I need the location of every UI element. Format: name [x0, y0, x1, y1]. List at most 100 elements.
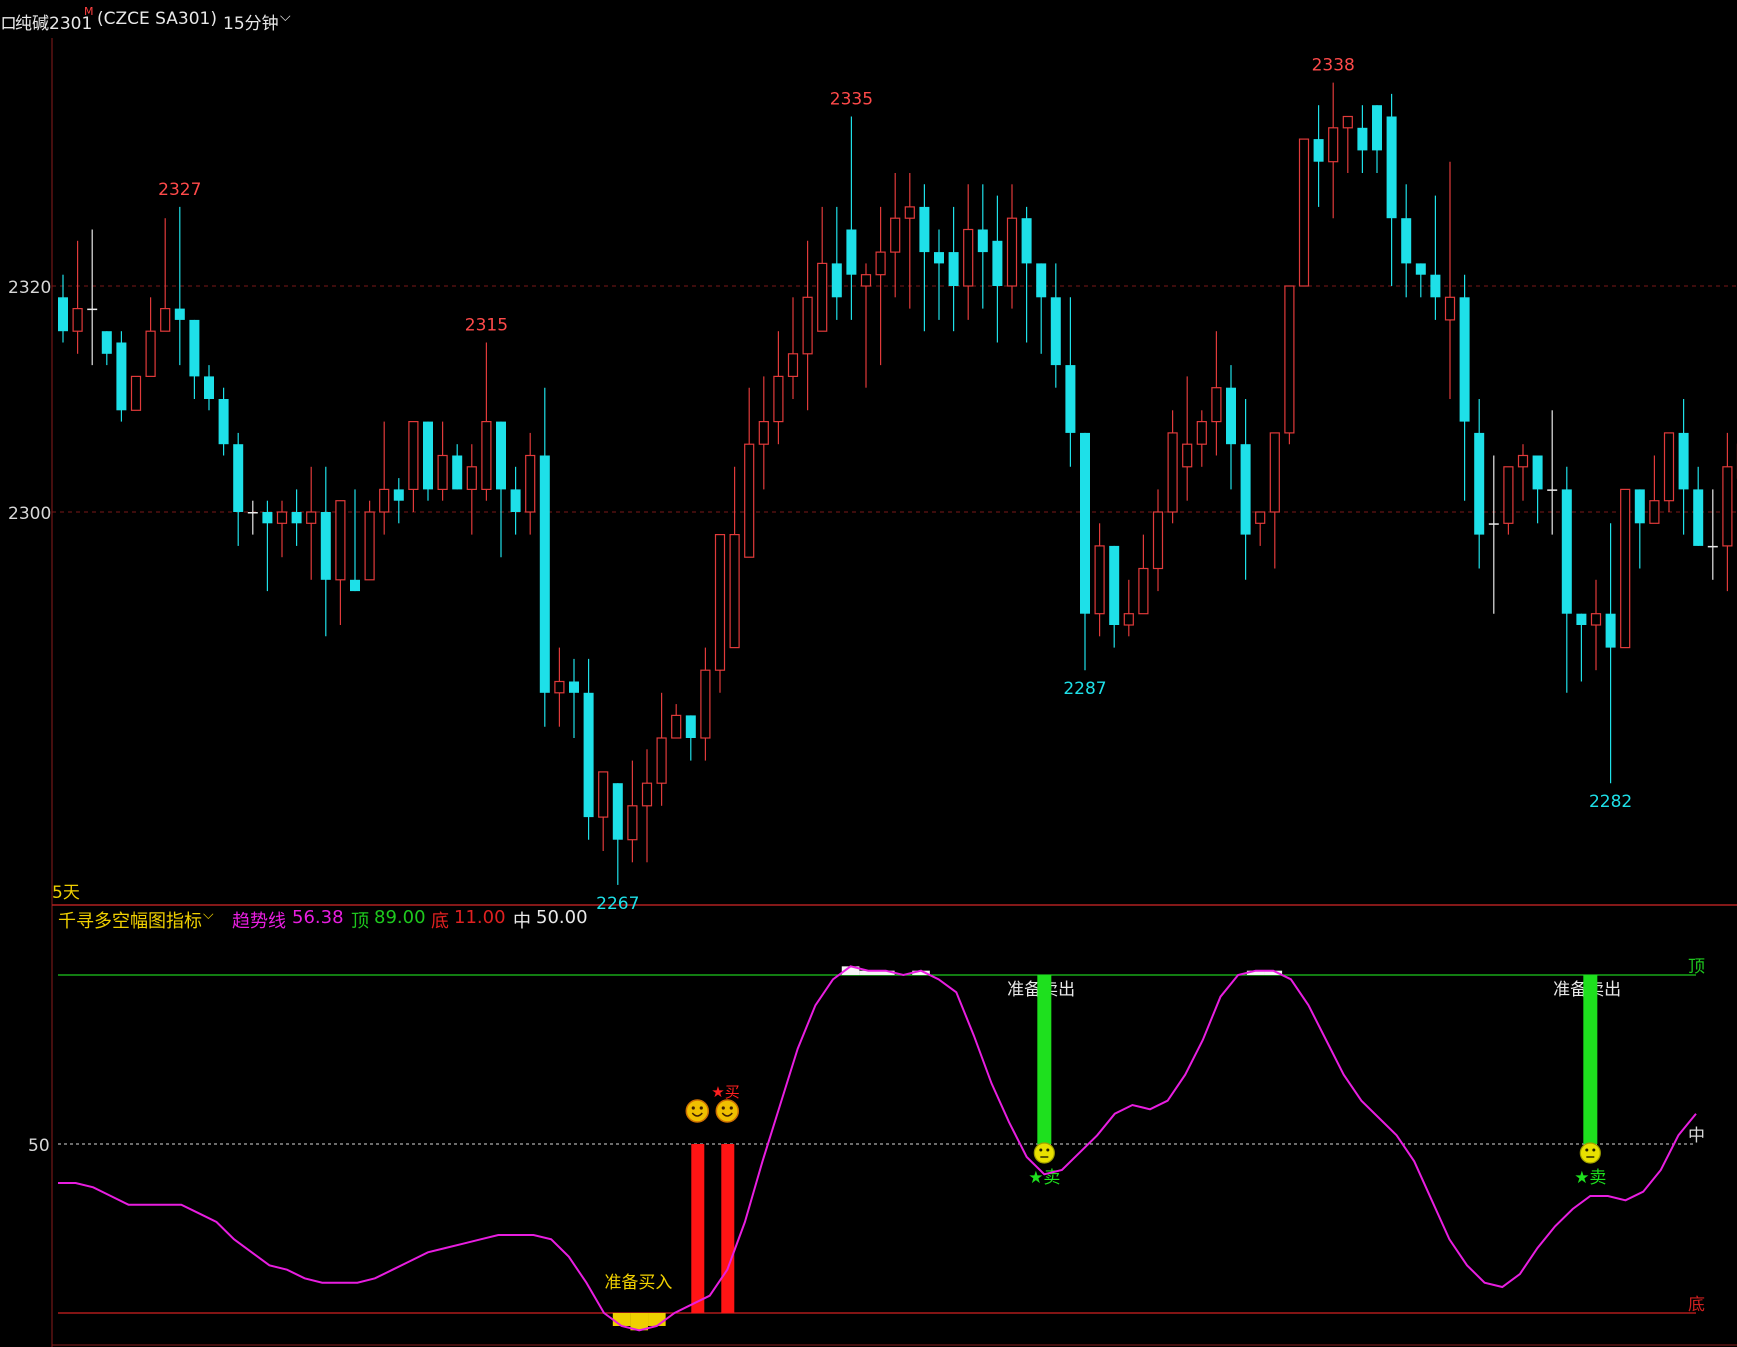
candle-body	[831, 263, 842, 298]
instrument-name[interactable]: 纯碱2301	[15, 9, 92, 34]
candle-body	[218, 399, 229, 445]
candle-body	[335, 500, 346, 581]
candle-body	[452, 455, 463, 490]
candle-body	[1328, 127, 1339, 163]
candle-body	[1226, 387, 1236, 445]
candle-body	[408, 421, 419, 491]
prepare-buy-label: 准备买入	[604, 1273, 672, 1293]
candles-group	[58, 82, 1737, 885]
candle-body	[963, 228, 974, 287]
candle-body	[583, 692, 594, 818]
ind-axis-50: 50	[28, 1136, 50, 1156]
candle-body	[744, 443, 755, 558]
face-eye	[1592, 1148, 1596, 1152]
candle-body	[1138, 567, 1149, 615]
face-eye	[1046, 1148, 1050, 1152]
candle-body	[1021, 218, 1032, 264]
candle-body	[598, 771, 609, 818]
candle-body	[1050, 297, 1061, 366]
candle-body	[320, 512, 331, 580]
candle-body	[233, 444, 244, 512]
candle-body	[1415, 263, 1426, 275]
candle-body	[466, 466, 477, 490]
candle-body	[1459, 297, 1470, 422]
indicator-name[interactable]: 千寻多空幅图指标	[58, 907, 202, 933]
period-selector[interactable]: 15分钟	[223, 9, 279, 34]
candle-body	[1094, 545, 1105, 615]
candle-body	[393, 489, 404, 501]
candle-body	[364, 511, 375, 581]
neutral-face-icon	[1579, 1142, 1601, 1164]
sell-signal-bar	[1583, 975, 1598, 1144]
candle-body	[612, 783, 623, 840]
candle-body	[306, 511, 317, 524]
chevron-down-icon[interactable]: ⌵	[203, 907, 214, 923]
candle-body	[656, 737, 667, 784]
candle-body	[189, 319, 200, 377]
candle-body	[934, 252, 944, 264]
trend-label: 趋势线	[232, 911, 286, 932]
candle-body	[1152, 511, 1164, 570]
candle-body	[174, 308, 185, 320]
candle-body	[1517, 454, 1529, 468]
top-value: 89.00	[374, 907, 426, 928]
candle-body	[758, 421, 769, 445]
trend-line	[58, 965, 1697, 1332]
price-annotations: 23272315226723352287233822822322	[158, 56, 1632, 914]
candle-body	[58, 297, 68, 332]
candle-body	[860, 274, 872, 287]
smiley-face	[715, 1099, 740, 1123]
candle-body	[569, 681, 579, 693]
candle-body	[116, 342, 127, 411]
candle-body	[773, 375, 784, 423]
smiley-eye	[691, 1106, 695, 1110]
price-label-2300: 2300	[8, 504, 51, 524]
candle-body	[1036, 263, 1047, 298]
candle-body	[1167, 432, 1178, 513]
candle-body	[1386, 116, 1397, 219]
right-label-bottom: 底	[1688, 1295, 1705, 1315]
price-annotation-high: 2315	[465, 316, 508, 336]
candle-body	[1488, 523, 1499, 525]
candle-body	[1430, 274, 1441, 298]
mid-label: 中	[513, 911, 531, 932]
candle-body	[291, 512, 302, 524]
candle-body	[904, 206, 915, 219]
candle-body	[1474, 432, 1485, 535]
right-label-mid: 中	[1688, 1126, 1705, 1146]
candle-body	[1269, 432, 1280, 513]
candle-body	[1576, 613, 1587, 625]
candle-body	[145, 330, 156, 378]
candle-body	[247, 512, 258, 514]
candle-body	[1006, 217, 1018, 287]
candle-body	[554, 680, 565, 694]
candle-body	[1649, 500, 1660, 524]
candle-body	[1620, 488, 1631, 649]
face-circle	[1579, 1142, 1601, 1164]
main-contract-superscript: M	[84, 5, 94, 18]
buy-zone-bar	[648, 1312, 666, 1326]
sell-signal-bar	[1037, 975, 1052, 1144]
smiley-face	[685, 1099, 710, 1123]
buy-zone-bar	[630, 1312, 649, 1331]
candle-body	[1503, 466, 1514, 524]
candle-body	[1693, 489, 1704, 546]
candle-body	[1663, 432, 1675, 502]
candle-body	[72, 308, 83, 332]
smiley-eye	[721, 1106, 725, 1110]
price-annotation-high: 2327	[158, 180, 201, 200]
candle-body	[423, 421, 433, 490]
candle-body	[1240, 444, 1251, 535]
candle-body	[641, 782, 653, 807]
chart-canvas: 2320 2300 232723152267233522872338228223…	[8, 35, 1737, 1347]
chevron-down-icon[interactable]: ⌵	[280, 9, 291, 25]
candle-body	[1196, 421, 1207, 445]
candle-body	[1211, 387, 1222, 423]
candle-body	[671, 714, 682, 739]
candle-body	[627, 805, 638, 841]
candle-body	[204, 376, 214, 399]
candle-body	[729, 533, 740, 649]
buy-signal-label: ★买	[711, 1083, 739, 1101]
face-circle	[1033, 1142, 1055, 1164]
candle-body	[846, 229, 857, 275]
